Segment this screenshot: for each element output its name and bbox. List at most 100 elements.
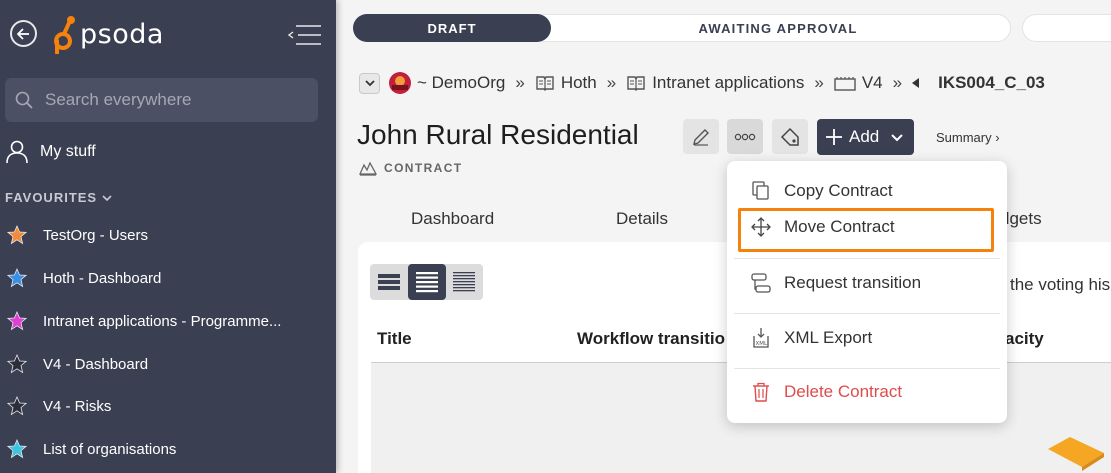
xml-export-icon: XML — [751, 327, 771, 349]
add-button[interactable]: Add — [817, 119, 914, 155]
star-icon — [7, 268, 27, 288]
sidebar: psoda Search everywhere My stuff FAVOURI… — [0, 0, 336, 473]
tag-icon — [780, 127, 799, 146]
more-actions-button[interactable] — [727, 119, 763, 154]
favourites-heading[interactable]: FAVOURITES — [5, 190, 112, 205]
favourite-item-label: List of organisations — [43, 440, 177, 458]
menu-item-request-transition[interactable]: Request transition — [751, 272, 921, 294]
star-icon — [7, 225, 27, 245]
logo-text: psoda — [80, 18, 164, 50]
chevron-down-icon — [891, 127, 903, 147]
favourite-item[interactable]: TestOrg - Users — [7, 225, 307, 245]
breadcrumb-org[interactable]: ~ DemoOrg — [389, 72, 505, 94]
column-header-workflow[interactable]: Workflow transitio — [577, 329, 725, 349]
menu-item-xml-export[interactable]: XML XML Export — [751, 327, 872, 349]
caret-left-icon — [912, 78, 920, 88]
ellipsis-icon — [734, 133, 756, 140]
favourite-item-label: V4 - Risks — [43, 397, 112, 415]
breadcrumb-org-label: ~ DemoOrg — [417, 73, 506, 92]
book-icon — [626, 74, 646, 92]
breadcrumb-current: IKS004_C_03 — [912, 73, 1045, 93]
psoda-logo[interactable]: psoda — [52, 14, 164, 54]
favourite-item[interactable]: List of organisations — [7, 439, 307, 459]
item-type: CONTRACT — [359, 160, 463, 176]
favourite-item[interactable]: Hoth - Dashboard — [7, 268, 307, 288]
arrow-left-icon — [17, 27, 29, 40]
book-icon — [535, 74, 555, 92]
search-input[interactable]: Search everywhere — [5, 78, 318, 122]
tab-dashboard[interactable]: Dashboard — [411, 209, 494, 229]
breadcrumb-item-hoth[interactable]: Hoth — [535, 73, 597, 93]
pencil-icon — [693, 128, 709, 146]
back-button[interactable] — [10, 20, 37, 47]
favourite-item[interactable]: V4 - Dashboard — [7, 354, 307, 374]
folder-tab-icon — [834, 75, 856, 91]
view-normal-button[interactable] — [408, 264, 446, 300]
move-contract-highlight — [738, 208, 994, 252]
favourite-item-label: V4 - Dashboard — [43, 355, 149, 373]
page-title: John Rural Residential — [357, 119, 639, 150]
contract-icon — [359, 161, 377, 176]
tag-button[interactable] — [772, 119, 808, 154]
org-avatar-icon — [389, 72, 411, 94]
workflow-step-current[interactable]: DRAFT — [353, 14, 551, 42]
chevron-down-icon — [102, 190, 112, 205]
collapse-menu-icon — [287, 25, 321, 45]
star-icon — [7, 439, 27, 459]
collapse-sidebar-button[interactable] — [287, 24, 322, 46]
menu-item-label: Delete Contract — [784, 382, 903, 401]
my-stuff-link[interactable]: My stuff — [6, 140, 96, 164]
summary-link[interactable]: Summary › — [936, 130, 1000, 145]
breadcrumb-item-label: V4 — [861, 73, 883, 92]
column-header-title[interactable]: Title — [377, 329, 412, 349]
list-thick-icon — [378, 274, 400, 290]
favourite-item[interactable]: Intranet applications - Programme... — [7, 311, 307, 331]
menu-item-delete-contract[interactable]: Delete Contract — [751, 382, 902, 402]
menu-item-label: XML Export — [784, 328, 873, 347]
breadcrumb: ~ DemoOrg » Hoth » Intranet applications… — [359, 72, 1045, 94]
breadcrumb-item-label: Hoth — [560, 73, 597, 92]
breadcrumb-separator: » — [515, 73, 525, 92]
svg-text:XML: XML — [756, 341, 769, 347]
breadcrumb-current-label: IKS004_C_03 — [938, 73, 1045, 92]
list-medium-icon — [416, 272, 438, 293]
copy-icon — [751, 181, 771, 201]
menu-item-label: Copy Contract — [784, 181, 893, 200]
view-density-toggle — [370, 264, 483, 300]
workflow-track-end — [1022, 14, 1111, 42]
list-thin-icon — [453, 272, 475, 292]
view-compact-button[interactable] — [445, 264, 483, 300]
orange-tag-decoration — [1048, 437, 1104, 471]
workflow-bar: AWAITING APPROVAL DRAFT — [353, 14, 1111, 42]
menu-divider — [734, 368, 1000, 369]
star-icon — [7, 354, 27, 374]
psoda-logo-icon — [54, 16, 75, 54]
breadcrumb-separator: » — [892, 73, 903, 92]
star-icon — [7, 396, 27, 416]
favourites-heading-label: FAVOURITES — [5, 190, 98, 205]
favourite-item[interactable]: V4 - Risks — [7, 396, 307, 416]
edit-button[interactable] — [683, 119, 719, 154]
menu-item-copy-contract[interactable]: Copy Contract — [751, 181, 893, 201]
add-button-label: Add — [849, 127, 880, 146]
more-actions-menu: Copy Contract Move Contract Request tran… — [727, 161, 1007, 423]
voting-history-text: the voting his — [1010, 275, 1111, 294]
menu-divider — [734, 313, 1000, 314]
favourite-item-label: Intranet applications - Programme... — [43, 312, 282, 330]
search-placeholder: Search everywhere — [45, 90, 192, 109]
tab-details[interactable]: Details — [616, 209, 668, 229]
breadcrumb-dropdown-button[interactable] — [359, 72, 380, 94]
breadcrumb-item-intranet[interactable]: Intranet applications — [626, 73, 804, 93]
workflow-step-next[interactable]: AWAITING APPROVAL — [603, 14, 953, 42]
view-comfortable-button[interactable] — [370, 264, 408, 300]
breadcrumb-item-v4[interactable]: V4 — [834, 73, 883, 93]
user-icon — [6, 140, 28, 164]
menu-divider — [734, 258, 1000, 259]
favourite-item-label: TestOrg - Users — [43, 226, 149, 244]
column-header-capacity[interactable]: acity — [1005, 329, 1044, 349]
star-icon — [7, 311, 27, 331]
transition-icon — [751, 272, 771, 294]
chevron-down-icon — [364, 79, 375, 86]
favourite-item-label: Hoth - Dashboard — [43, 269, 162, 287]
breadcrumb-item-label: Intranet applications — [652, 73, 805, 92]
